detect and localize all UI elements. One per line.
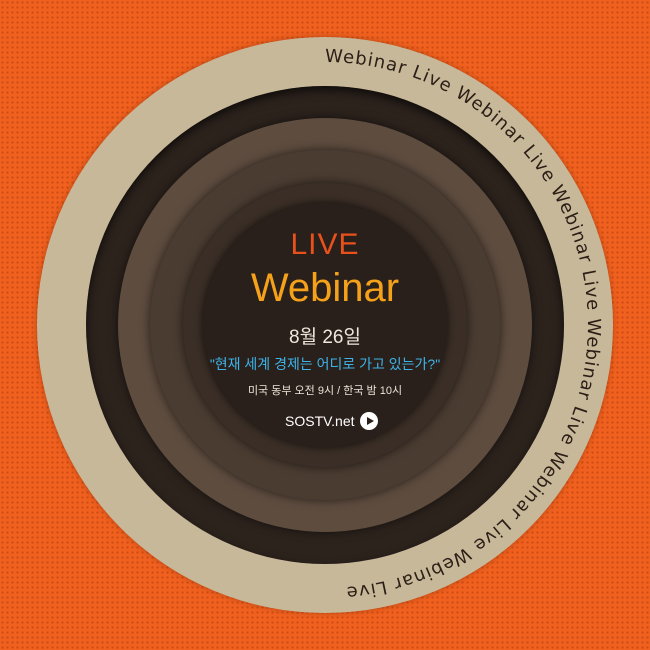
live-title: LIVE (290, 228, 360, 261)
site-link[interactable]: SOSTV.net (285, 410, 378, 432)
event-topic: "현재 세계 경제는 어디로 가고 있는가?" (209, 356, 441, 372)
play-icon[interactable] (359, 412, 378, 430)
event-time: 미국 동부 오전 9시 / 한국 밤 10시 (247, 385, 403, 397)
webinar-badge: Webinar Live Webinar Live Webinar Live W… (0, 0, 650, 650)
site-label: SOSTV.net (285, 413, 355, 429)
webinar-title: Webinar (250, 266, 400, 310)
event-date: 8월 26일 (289, 327, 361, 348)
